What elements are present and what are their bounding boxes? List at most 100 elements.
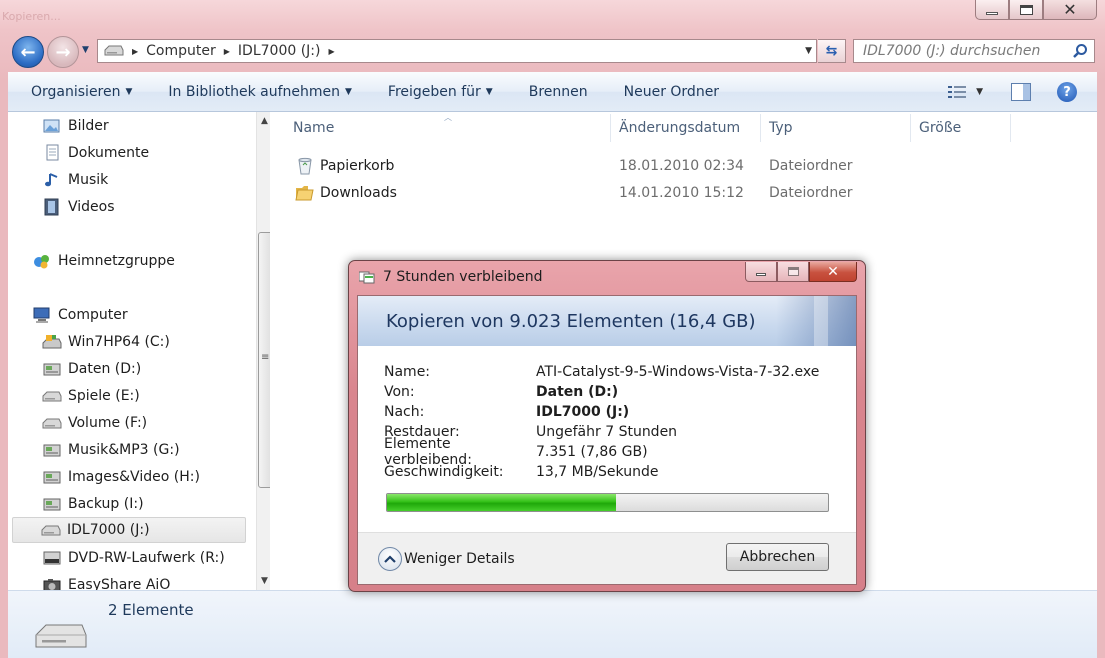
progress-fill	[387, 494, 617, 511]
cancel-button[interactable]: Abbrechen	[726, 543, 829, 571]
forward-arrow-icon: →	[55, 41, 71, 63]
detail-row-items-remaining: Elemente verbleibend: 7.351 (7,86 GB)	[384, 436, 819, 468]
maximize-icon	[787, 267, 799, 276]
include-in-library-menu[interactable]: In Bibliothek aufnehmen ▼	[168, 84, 352, 100]
minimize-button[interactable]	[975, 0, 1009, 20]
detail-value: Ungefähr 7 Stunden	[536, 424, 678, 440]
scroll-down-icon[interactable]: ▼	[261, 576, 268, 586]
search-placeholder: IDL7000 (J:) durchsuchen	[863, 43, 1041, 59]
column-header-name[interactable]: Name	[293, 120, 334, 140]
organize-menu[interactable]: Organisieren ▼	[31, 84, 132, 100]
window-title: Kopieren...	[2, 10, 61, 23]
nav-item-label: Images&Video (H:)	[68, 469, 200, 485]
breadcrumb-drive[interactable]: IDL7000 (J:)	[238, 43, 321, 59]
detail-value: ATI-Catalyst-9-5-Windows-Vista-7-32.exe	[536, 364, 820, 380]
window-controls: ✕	[975, 0, 1097, 20]
breadcrumb-separator[interactable]: ▶	[132, 47, 138, 56]
column-divider[interactable]	[1010, 114, 1011, 142]
search-input[interactable]: IDL7000 (J:) durchsuchen	[853, 39, 1095, 63]
nav-item-drive-i[interactable]: Backup (I:)	[42, 491, 270, 517]
nav-item-pictures[interactable]: Bilder	[42, 113, 270, 139]
breadcrumb-separator[interactable]: ▶	[328, 47, 334, 56]
less-details-toggle[interactable]: Weniger Details	[378, 547, 515, 571]
nav-item-label: Heimnetzgruppe	[58, 253, 175, 269]
nav-item-label: Win7HP64 (C:)	[68, 334, 170, 350]
pictures-icon	[43, 119, 60, 133]
source-link[interactable]: Daten (D:)	[536, 384, 618, 400]
detail-value: 7.351 (7,86 GB)	[536, 444, 648, 460]
nav-item-documents[interactable]: Dokumente	[42, 140, 270, 166]
share-with-menu[interactable]: Freigeben für ▼	[388, 84, 493, 100]
nav-item-drive-j[interactable]: IDL7000 (J:)	[12, 517, 246, 543]
chevron-up-icon	[378, 547, 402, 571]
nav-item-drive-f[interactable]: Volume (F:)	[42, 410, 270, 436]
maximize-button[interactable]	[1009, 0, 1043, 20]
column-divider[interactable]	[610, 114, 611, 142]
copy-progress-dialog: 7 Stunden verbleibend ✕ Kopieren von 9.0…	[348, 260, 866, 592]
nav-item-videos[interactable]: Videos	[42, 194, 270, 220]
burn-button[interactable]: Brennen	[529, 84, 588, 100]
file-row-downloads[interactable]: Downloads 14.01.2010 15:12 Dateiordner	[294, 182, 894, 204]
nav-item-drive-r[interactable]: DVD-RW-Laufwerk (R:)	[42, 545, 270, 571]
breadcrumb-computer[interactable]: Computer	[146, 43, 216, 59]
hard-drive-icon	[43, 471, 61, 484]
detail-row-from: Von: Daten (D:)	[384, 382, 819, 402]
dialog-title: 7 Stunden verbleibend	[383, 269, 543, 285]
nav-scrollbar[interactable]: ▲ ≡ ▼	[256, 112, 270, 590]
close-button[interactable]: ✕	[1043, 0, 1097, 20]
column-header-size[interactable]: Größe	[919, 120, 961, 140]
scroll-grip-icon: ≡	[261, 352, 270, 363]
nav-item-homegroup[interactable]: Heimnetzgruppe	[32, 248, 270, 274]
chevron-down-icon: ▼	[345, 86, 352, 97]
nav-item-drive-g[interactable]: Musik&MP3 (G:)	[42, 437, 270, 463]
file-name-cell: Downloads	[294, 183, 594, 203]
burn-label: Brennen	[528, 83, 588, 100]
dialog-footer: Weniger Details Abbrechen	[358, 532, 856, 584]
library-label: In Bibliothek aufnehmen	[168, 83, 340, 100]
preview-pane-icon[interactable]	[1011, 83, 1031, 101]
nav-item-label: Volume (F:)	[68, 415, 148, 431]
detail-row-to: Nach: IDL7000 (J:)	[384, 402, 819, 422]
detail-label: Name:	[384, 364, 431, 380]
breadcrumb-separator[interactable]: ▶	[224, 47, 230, 56]
column-header-date[interactable]: Änderungsdatum	[619, 120, 740, 140]
music-icon	[45, 173, 58, 187]
back-arrow-icon: ←	[20, 41, 36, 63]
nav-item-drive-h[interactable]: Images&Video (H:)	[42, 464, 270, 490]
dialog-close-button[interactable]: ✕	[809, 262, 857, 282]
history-dropdown[interactable]: ▼	[82, 45, 89, 55]
scroll-up-icon[interactable]: ▲	[261, 116, 268, 126]
dialog-minimize-button[interactable]	[745, 262, 777, 282]
file-row-recycle-bin[interactable]: Papierkorb 18.01.2010 02:34 Dateiordner	[294, 155, 894, 177]
hard-drive-icon	[43, 363, 61, 376]
destination-link[interactable]: IDL7000 (J:)	[536, 404, 629, 420]
forward-button[interactable]: →	[47, 36, 79, 68]
nav-item-drive-e[interactable]: Spiele (E:)	[42, 383, 270, 409]
new-folder-button[interactable]: Neuer Ordner	[624, 84, 719, 100]
detail-label: Nach:	[384, 404, 425, 420]
nav-item-label: IDL7000 (J:)	[67, 522, 150, 538]
nav-item-drive-d[interactable]: Daten (D:)	[42, 356, 270, 382]
column-divider[interactable]	[760, 114, 761, 142]
back-button[interactable]: ←	[12, 36, 44, 68]
sort-ascending-icon: ︿	[444, 113, 452, 122]
nav-item-easyshare[interactable]: EasyShare AiO	[42, 572, 270, 590]
help-icon[interactable]: ?	[1057, 82, 1077, 102]
view-dropdown-icon[interactable]: ▼	[976, 87, 983, 97]
column-divider[interactable]	[910, 114, 911, 142]
view-options-icon[interactable]	[948, 85, 967, 99]
nav-item-music[interactable]: Musik	[42, 167, 270, 193]
nav-item-label: Daten (D:)	[68, 361, 142, 377]
address-bar[interactable]: ▶ Computer ▶ IDL7000 (J:) ▶ ▼	[97, 39, 817, 63]
removable-drive-icon	[42, 391, 62, 402]
close-icon: ✕	[1063, 0, 1077, 19]
refresh-button[interactable]: ⇆	[818, 39, 846, 63]
search-icon[interactable]	[1072, 43, 1088, 59]
nav-item-label: EasyShare AiO	[68, 577, 171, 590]
address-dropdown-icon[interactable]: ▼	[805, 46, 812, 56]
file-name: Downloads	[320, 185, 397, 201]
nav-item-computer[interactable]: Computer	[32, 302, 270, 328]
videos-icon	[44, 198, 59, 216]
nav-item-drive-c[interactable]: Win7HP64 (C:)	[42, 329, 270, 355]
column-header-type[interactable]: Typ	[769, 120, 793, 140]
